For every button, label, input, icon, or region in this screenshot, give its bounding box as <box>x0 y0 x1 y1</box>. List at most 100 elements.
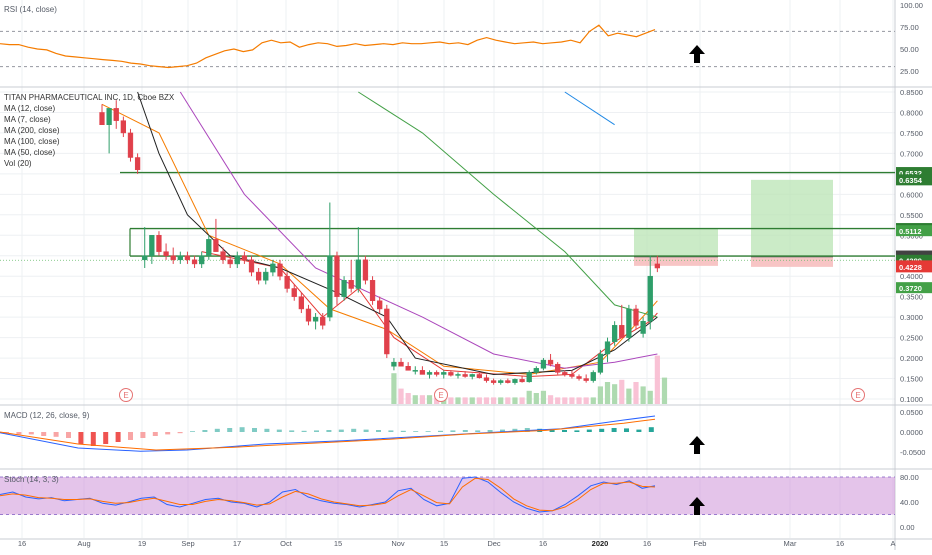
candle-body <box>248 259 255 273</box>
candle-body <box>199 255 205 265</box>
volume-bar <box>626 388 632 404</box>
candle-body <box>305 308 312 322</box>
macd-tick-label: 0.0500 <box>900 408 923 417</box>
volume-bar <box>483 397 490 404</box>
volume-bar <box>569 397 575 404</box>
chart-canvas[interactable]: RSI (14, close) E E E MACD (12, 26, close,… <box>0 0 932 550</box>
price-badge-label: 0.4228 <box>899 263 922 272</box>
candle-body <box>547 359 554 365</box>
volume-bar <box>576 397 582 404</box>
macd-tick-label: -0.0500 <box>900 448 925 457</box>
candle-body <box>519 379 525 383</box>
candle-body <box>334 255 340 297</box>
macd-hist-bar <box>586 429 592 432</box>
candle-body <box>498 380 504 383</box>
price-tick-label: 0.8500 <box>900 88 923 97</box>
volume-bar <box>547 395 554 404</box>
volume-bar <box>419 395 425 404</box>
macd-hist-bar <box>66 432 71 438</box>
candle-body <box>149 235 155 256</box>
candle-body <box>490 380 497 383</box>
trading-chart[interactable]: RSI (14, close) E E E MACD (12, 26, close,… <box>0 0 932 550</box>
time-tick-label: Mar <box>784 539 797 548</box>
candle-body <box>405 366 411 371</box>
volume-bar <box>590 397 596 404</box>
volume-bar <box>633 382 639 404</box>
price-tick-label: 0.8000 <box>900 108 923 117</box>
candle-body <box>533 368 539 373</box>
candle-body <box>320 316 326 326</box>
volume-bar <box>448 397 454 404</box>
volume-bar <box>612 384 618 404</box>
time-tick-label: Aug <box>77 539 90 548</box>
candle-body <box>384 308 390 355</box>
macd-hist-bar <box>438 430 443 432</box>
candle-body <box>590 372 596 381</box>
macd-hist-bar <box>624 428 629 432</box>
candle-body <box>426 372 433 375</box>
candle-body <box>433 372 440 375</box>
earnings-label: E <box>855 391 860 400</box>
candle-body <box>562 372 568 375</box>
volume-bar <box>540 390 547 404</box>
volume-bar <box>526 390 532 404</box>
macd-hist-bar <box>90 432 96 446</box>
volume-bar <box>661 377 668 404</box>
price-tick-label: 0.1000 <box>900 395 923 404</box>
indicator-legend-item: MA (50, close) <box>4 148 55 157</box>
time-tick-label: Oct <box>280 539 293 548</box>
time-tick-label: A <box>890 539 895 548</box>
volume-bar <box>398 388 404 404</box>
candle-body <box>583 378 589 381</box>
candle-body <box>99 112 105 125</box>
candle-body <box>576 376 582 379</box>
time-tick-label: 15 <box>440 539 448 548</box>
macd-hist-bar <box>450 430 456 432</box>
macd-hist-bar <box>289 430 295 432</box>
candle-body <box>170 255 176 261</box>
time-tick-label: Sep <box>181 539 194 548</box>
stoch-pane[interactable]: Stoch (14, 3, 3) <box>0 475 895 515</box>
time-tick-label: 2020 <box>592 539 609 548</box>
time-tick-label: 19 <box>138 539 146 548</box>
macd-hist-bar <box>487 430 493 432</box>
volume-bar <box>491 397 497 404</box>
macd-hist-bar <box>611 428 617 432</box>
macd-hist-bar <box>227 428 233 432</box>
candle-body <box>270 263 276 273</box>
price-badge-label: 0.5112 <box>899 227 922 236</box>
candle-body <box>640 320 646 334</box>
indicator-legend-item: MA (200, close) <box>4 126 60 135</box>
candle-body <box>412 370 418 372</box>
candle-body <box>476 374 483 378</box>
stop-zone <box>751 256 833 267</box>
time-tick-label: Dec <box>487 539 501 548</box>
candle-body <box>362 259 369 281</box>
candle-body <box>619 325 625 338</box>
candle-body <box>184 255 191 261</box>
macd-hist-bar <box>636 429 642 432</box>
macd-hist-bar <box>462 430 468 432</box>
price-tick-label: 0.4000 <box>900 272 923 281</box>
volume-bar <box>533 393 539 404</box>
time-tick-label: 16 <box>643 539 651 548</box>
candle-body <box>327 255 333 318</box>
stoch-band <box>0 477 895 515</box>
macd-hist-bar <box>301 430 307 432</box>
macd-hist-bar <box>252 428 257 432</box>
candle-body <box>341 280 347 297</box>
candle-body <box>540 359 547 369</box>
macd-hist-bar <box>400 430 406 432</box>
candle-body <box>348 280 354 289</box>
earnings-label: E <box>123 391 128 400</box>
price-badge-label: 0.6354 <box>899 176 923 185</box>
macd-hist-bar <box>276 429 282 432</box>
candle-body <box>156 235 162 252</box>
candle-body <box>597 353 604 373</box>
candle-body <box>469 374 475 377</box>
macd-hist-bar <box>41 432 47 436</box>
time-tick-label: Feb <box>694 539 707 548</box>
target-zone <box>634 228 718 257</box>
macd-hist-bar <box>363 429 369 432</box>
volume-bar <box>640 386 646 404</box>
